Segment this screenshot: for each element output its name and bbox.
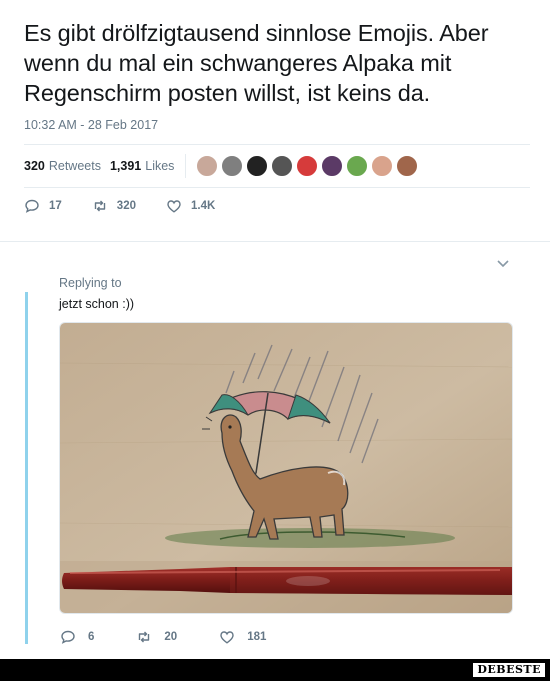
reply-image[interactable] bbox=[59, 322, 513, 614]
reply-button[interactable]: 17 bbox=[24, 198, 62, 214]
like-count: 1.4K bbox=[190, 200, 216, 212]
heart-icon bbox=[220, 631, 234, 644]
avatar[interactable] bbox=[246, 155, 269, 177]
reply-reply-count: 6 bbox=[88, 631, 95, 643]
chevron-down-icon[interactable] bbox=[496, 256, 510, 270]
tweet-text: Es gibt drölfzigtausend sinnlose Emojis.… bbox=[24, 20, 489, 106]
likes-count: 1,391 bbox=[109, 159, 142, 173]
reply-text: jetzt schon :)) bbox=[59, 297, 135, 311]
reply-reply-button[interactable]: 6 bbox=[60, 629, 94, 645]
brand-logo: DEBESTE bbox=[472, 662, 546, 678]
reply-icon bbox=[25, 199, 39, 213]
retweet-count: 320 bbox=[116, 200, 136, 212]
tweet-divider bbox=[0, 241, 550, 242]
avatar[interactable] bbox=[221, 155, 244, 177]
retweet-button[interactable]: 320 bbox=[92, 198, 136, 214]
reply-retweet-count: 20 bbox=[164, 631, 178, 643]
reply-retweet-button[interactable]: 20 bbox=[136, 629, 177, 645]
reply-like-count: 181 bbox=[247, 631, 267, 643]
avatar[interactable] bbox=[196, 155, 219, 177]
avatar[interactable] bbox=[346, 155, 369, 177]
tweet-actions: 17 320 1.4K bbox=[24, 198, 245, 214]
retweets-label: Retweets bbox=[48, 159, 101, 173]
liker-avatars bbox=[196, 155, 419, 177]
reply-like-button[interactable]: 181 bbox=[219, 629, 266, 645]
replying-to: Replying to bbox=[59, 276, 122, 290]
retweets-count: 320 bbox=[24, 159, 45, 173]
avatar[interactable] bbox=[396, 155, 419, 177]
likes-label: Likes bbox=[145, 159, 175, 173]
avatar[interactable] bbox=[371, 155, 394, 177]
reply-count: 17 bbox=[49, 200, 62, 212]
tweet-stats: 320 Retweets 1,391 Likes bbox=[24, 144, 530, 188]
reply-actions: 6 20 181 bbox=[60, 629, 308, 645]
tweet-timestamp[interactable]: 10:32 AM - 28 Feb 2017 bbox=[24, 118, 158, 132]
thread-line bbox=[25, 292, 28, 644]
retweet-icon bbox=[139, 631, 150, 643]
avatar[interactable] bbox=[321, 155, 344, 177]
retweets-stat[interactable]: 320 Retweets bbox=[24, 159, 101, 173]
retweet-icon bbox=[94, 200, 105, 212]
stats-divider bbox=[185, 154, 187, 178]
heart-icon bbox=[167, 200, 181, 213]
footer-bar: DEBESTE bbox=[0, 659, 550, 681]
avatar[interactable] bbox=[271, 155, 294, 177]
likes-stat[interactable]: 1,391 Likes bbox=[110, 159, 174, 173]
avatar[interactable] bbox=[296, 155, 319, 177]
alpaca-drawing bbox=[60, 323, 512, 613]
reply-icon bbox=[61, 630, 75, 644]
like-button[interactable]: 1.4K bbox=[166, 198, 215, 214]
